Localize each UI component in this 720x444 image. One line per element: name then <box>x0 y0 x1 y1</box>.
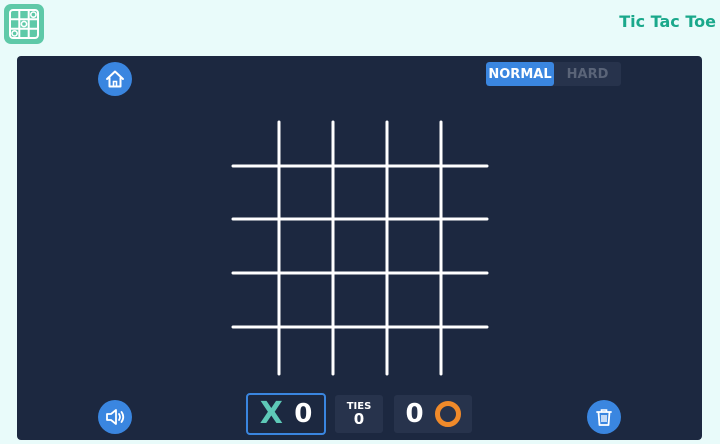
board-cell[interactable] <box>279 122 333 166</box>
board-cell[interactable] <box>233 122 279 166</box>
score-ties-card: TIES 0 <box>335 395 383 433</box>
board-cell[interactable] <box>441 166 487 219</box>
board-cell[interactable] <box>333 327 387 374</box>
ties-score: 0 <box>353 410 365 428</box>
x-score: 0 <box>294 399 313 429</box>
board-cell[interactable] <box>387 327 441 374</box>
board-cell[interactable] <box>279 219 333 273</box>
board-cell[interactable] <box>279 327 333 374</box>
board-cell[interactable] <box>333 166 387 219</box>
board-cell[interactable] <box>233 273 279 327</box>
board-cell[interactable] <box>233 166 279 219</box>
score-x-card: X 0 <box>246 393 326 435</box>
board-cell[interactable] <box>387 122 441 166</box>
board-cell[interactable] <box>441 273 487 327</box>
app-logo[interactable] <box>4 4 44 44</box>
app-title: Tic Tac Toe <box>619 12 716 31</box>
board-cell[interactable] <box>279 273 333 327</box>
board-cell[interactable] <box>387 166 441 219</box>
board-cell[interactable] <box>441 219 487 273</box>
reset-button[interactable] <box>587 400 621 434</box>
board-cell[interactable] <box>441 122 487 166</box>
board-cell[interactable] <box>233 327 279 374</box>
board-cell[interactable] <box>279 166 333 219</box>
score-o-card: 0 <box>394 395 472 433</box>
board-cell[interactable] <box>333 273 387 327</box>
game-panel: NORMAL HARD X 0 TIES 0 0 <box>17 56 702 440</box>
grid-logo-icon <box>9 9 39 39</box>
speaker-icon <box>106 409 125 425</box>
board-cell[interactable] <box>333 122 387 166</box>
board-cell[interactable] <box>233 219 279 273</box>
board-cell[interactable] <box>387 273 441 327</box>
sound-button[interactable] <box>98 400 132 434</box>
x-mark-icon: X <box>259 396 283 431</box>
board-cell[interactable] <box>387 219 441 273</box>
o-score: 0 <box>405 399 424 429</box>
trash-icon <box>596 409 612 426</box>
game-board <box>231 120 489 376</box>
board-cell[interactable] <box>333 219 387 273</box>
o-mark-icon <box>434 401 461 427</box>
board-cell[interactable] <box>441 327 487 374</box>
board-cells <box>233 122 487 374</box>
